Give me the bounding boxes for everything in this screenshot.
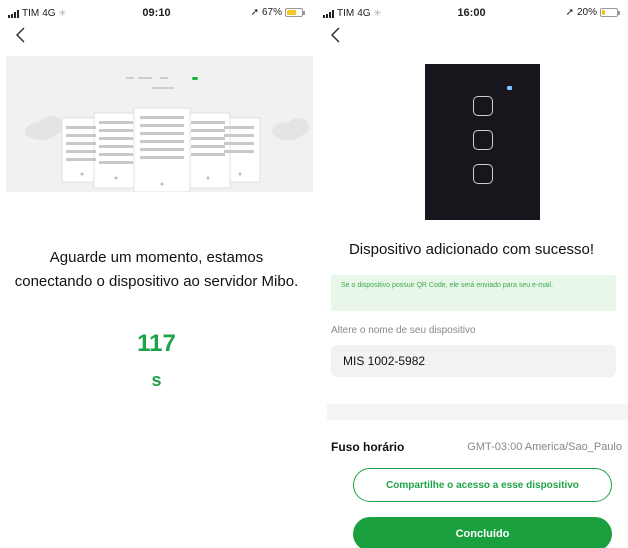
timezone-row[interactable]: Fuso horário GMT-03:00 America/Sao_Paulo bbox=[331, 440, 622, 458]
location-arrow-icon: ➚ bbox=[250, 7, 259, 18]
servers-illustration bbox=[6, 56, 313, 192]
location-arrow-icon: ➚ bbox=[565, 7, 574, 18]
device-image bbox=[425, 64, 540, 220]
share-access-button[interactable]: Compartilhe o acesso a esse dispositivo bbox=[353, 468, 612, 502]
device-name-input[interactable] bbox=[331, 345, 616, 377]
status-led bbox=[507, 86, 512, 90]
done-button[interactable]: Concluído bbox=[353, 517, 612, 548]
success-title: Dispositivo adicionado com sucesso! bbox=[348, 241, 595, 258]
chevron-left-icon bbox=[330, 27, 340, 43]
status-right: ➚ 67% bbox=[250, 7, 305, 18]
qr-info-box: Se o dispositivo possuir QR Code, ele se… bbox=[331, 275, 616, 311]
status-bar: TIM 4G ✳ 16:00 ➚ 20% bbox=[315, 0, 628, 26]
chevron-left-icon bbox=[15, 27, 25, 43]
back-button[interactable] bbox=[14, 26, 28, 44]
status-bar: TIM 4G ✳ 09:10 ➚ 67% bbox=[0, 0, 313, 26]
countdown-unit: s bbox=[151, 370, 162, 390]
back-button[interactable] bbox=[329, 26, 343, 44]
countdown-value: 117 bbox=[137, 330, 176, 357]
status-right: ➚ 20% bbox=[565, 7, 620, 18]
timezone-label: Fuso horário bbox=[331, 440, 405, 454]
timezone-value: GMT-03:00 America/Sao_Paulo bbox=[467, 441, 622, 453]
device-added-screen: TIM 4G ✳ 16:00 ➚ 20% Dispositivo adicion… bbox=[315, 0, 628, 548]
rename-label: Altere o nome de seu dispositivo bbox=[331, 325, 476, 336]
battery-icon bbox=[600, 8, 620, 17]
battery-fill bbox=[602, 10, 605, 15]
battery-fill bbox=[287, 10, 297, 15]
touch-button-2 bbox=[473, 130, 493, 150]
touch-button-1 bbox=[473, 96, 493, 116]
battery-icon bbox=[285, 8, 305, 17]
waiting-message: Aguarde um momento, estamos conectando o… bbox=[14, 249, 299, 290]
battery-percent: 20% bbox=[576, 7, 597, 18]
connecting-screen: TIM 4G ✳ 09:10 ➚ 67% Aguarde um momento,… bbox=[0, 0, 313, 548]
section-divider bbox=[327, 404, 628, 420]
battery-percent: 67% bbox=[261, 7, 282, 18]
touch-button-3 bbox=[473, 164, 493, 184]
